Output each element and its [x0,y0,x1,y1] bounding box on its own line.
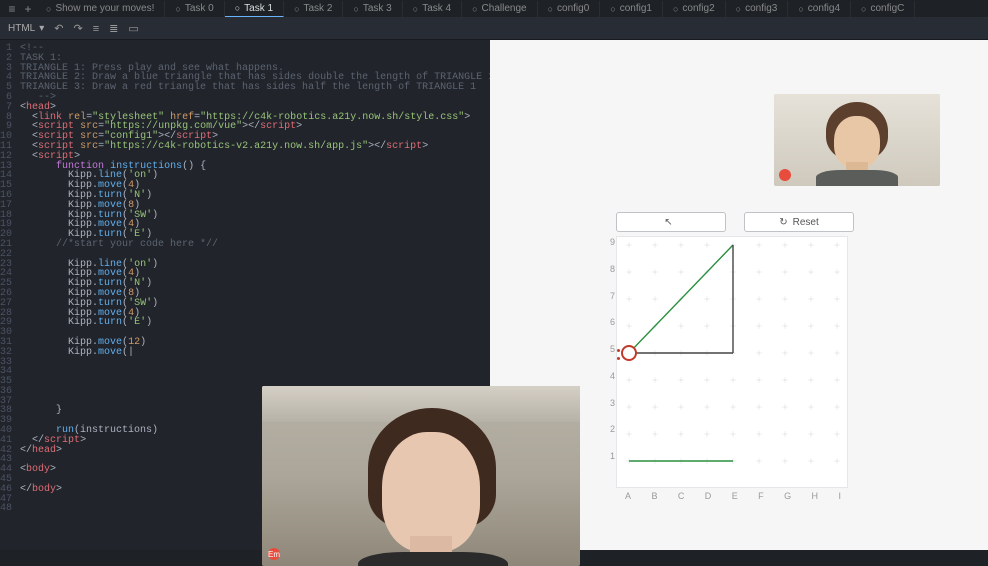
webcam-self: Em [262,386,580,566]
tab-task-2[interactable]: ○Task 2 [284,1,343,17]
menu-button[interactable]: ≡ [4,2,20,16]
editor-pane: 1 2 3 4 5 6 7 8 9 10 11 12 13 14 15 16 1… [0,40,490,550]
tab-dot-icon: ○ [472,4,477,14]
reset-label: Reset [793,217,819,228]
tab-bar: ≡ + ○Show me your moves!○Task 0○Task 1○T… [0,0,988,18]
new-tab-button[interactable]: + [20,2,36,16]
tab-dot-icon: ○ [175,4,180,14]
tab-show-me-your-moves-[interactable]: ○Show me your moves! [36,1,165,17]
preview-button[interactable]: ▭ [128,22,138,35]
main-split: 1 2 3 4 5 6 7 8 9 10 11 12 13 14 15 16 1… [0,40,988,550]
undo-button[interactable]: ↶ [54,22,63,35]
webcam-peer [774,94,940,186]
tab-task-4[interactable]: ○Task 4 [403,1,462,17]
tab-dot-icon: ○ [46,4,51,14]
tidy-button[interactable]: ≣ [109,22,118,35]
tab-dot-icon: ○ [353,4,358,14]
webcam-peer-badge [779,169,791,181]
robot-canvas: 987654321 ABCDEFGHI [616,236,848,488]
language-select[interactable]: HTML ▾ [8,23,44,34]
tab-dot-icon: ○ [736,4,741,14]
chevron-down-icon: ▾ [39,23,44,34]
tab-dot-icon: ○ [610,4,615,14]
tab-dot-icon: ○ [861,4,866,14]
grid-svg [617,237,847,487]
run-button[interactable]: ↖ [616,212,726,232]
cursor-icon: ↖ [664,217,672,228]
format-button[interactable]: ≡ [93,23,99,35]
tab-dot-icon: ○ [294,4,299,14]
y-axis-labels: 987654321 [603,237,615,461]
line-number-gutter: 1 2 3 4 5 6 7 8 9 10 11 12 13 14 15 16 1… [0,40,16,550]
tab-task-1[interactable]: ○Task 1 [225,1,284,17]
x-axis-labels: ABCDEFGHI [625,491,841,501]
tab-dot-icon: ○ [413,4,418,14]
tab-config1[interactable]: ○config1 [600,1,663,17]
tab-config0[interactable]: ○config0 [538,1,601,17]
language-label: HTML [8,23,35,34]
tab-config4[interactable]: ○config4 [788,1,851,17]
tab-task-3[interactable]: ○Task 3 [343,1,402,17]
robot-marker [621,345,637,361]
tab-challenge[interactable]: ○Challenge [462,1,537,17]
tab-dot-icon: ○ [548,4,553,14]
tab-config2[interactable]: ○config2 [663,1,726,17]
tab-dot-icon: ○ [673,4,678,14]
reset-icon: ↻ [779,217,787,228]
redo-button[interactable]: ↷ [73,22,82,35]
robot-controls: ↖ ↻ Reset [616,212,854,232]
tab-dot-icon: ○ [798,4,803,14]
tab-configc[interactable]: ○configC [851,1,915,17]
reset-button[interactable]: ↻ Reset [744,212,854,232]
editor-toolbar: HTML ▾ ↶ ↷ ≡ ≣ ▭ [0,18,988,40]
tab-config3[interactable]: ○config3 [726,1,789,17]
tab-dot-icon: ○ [235,3,240,13]
tab-task-0[interactable]: ○Task 0 [165,1,224,17]
